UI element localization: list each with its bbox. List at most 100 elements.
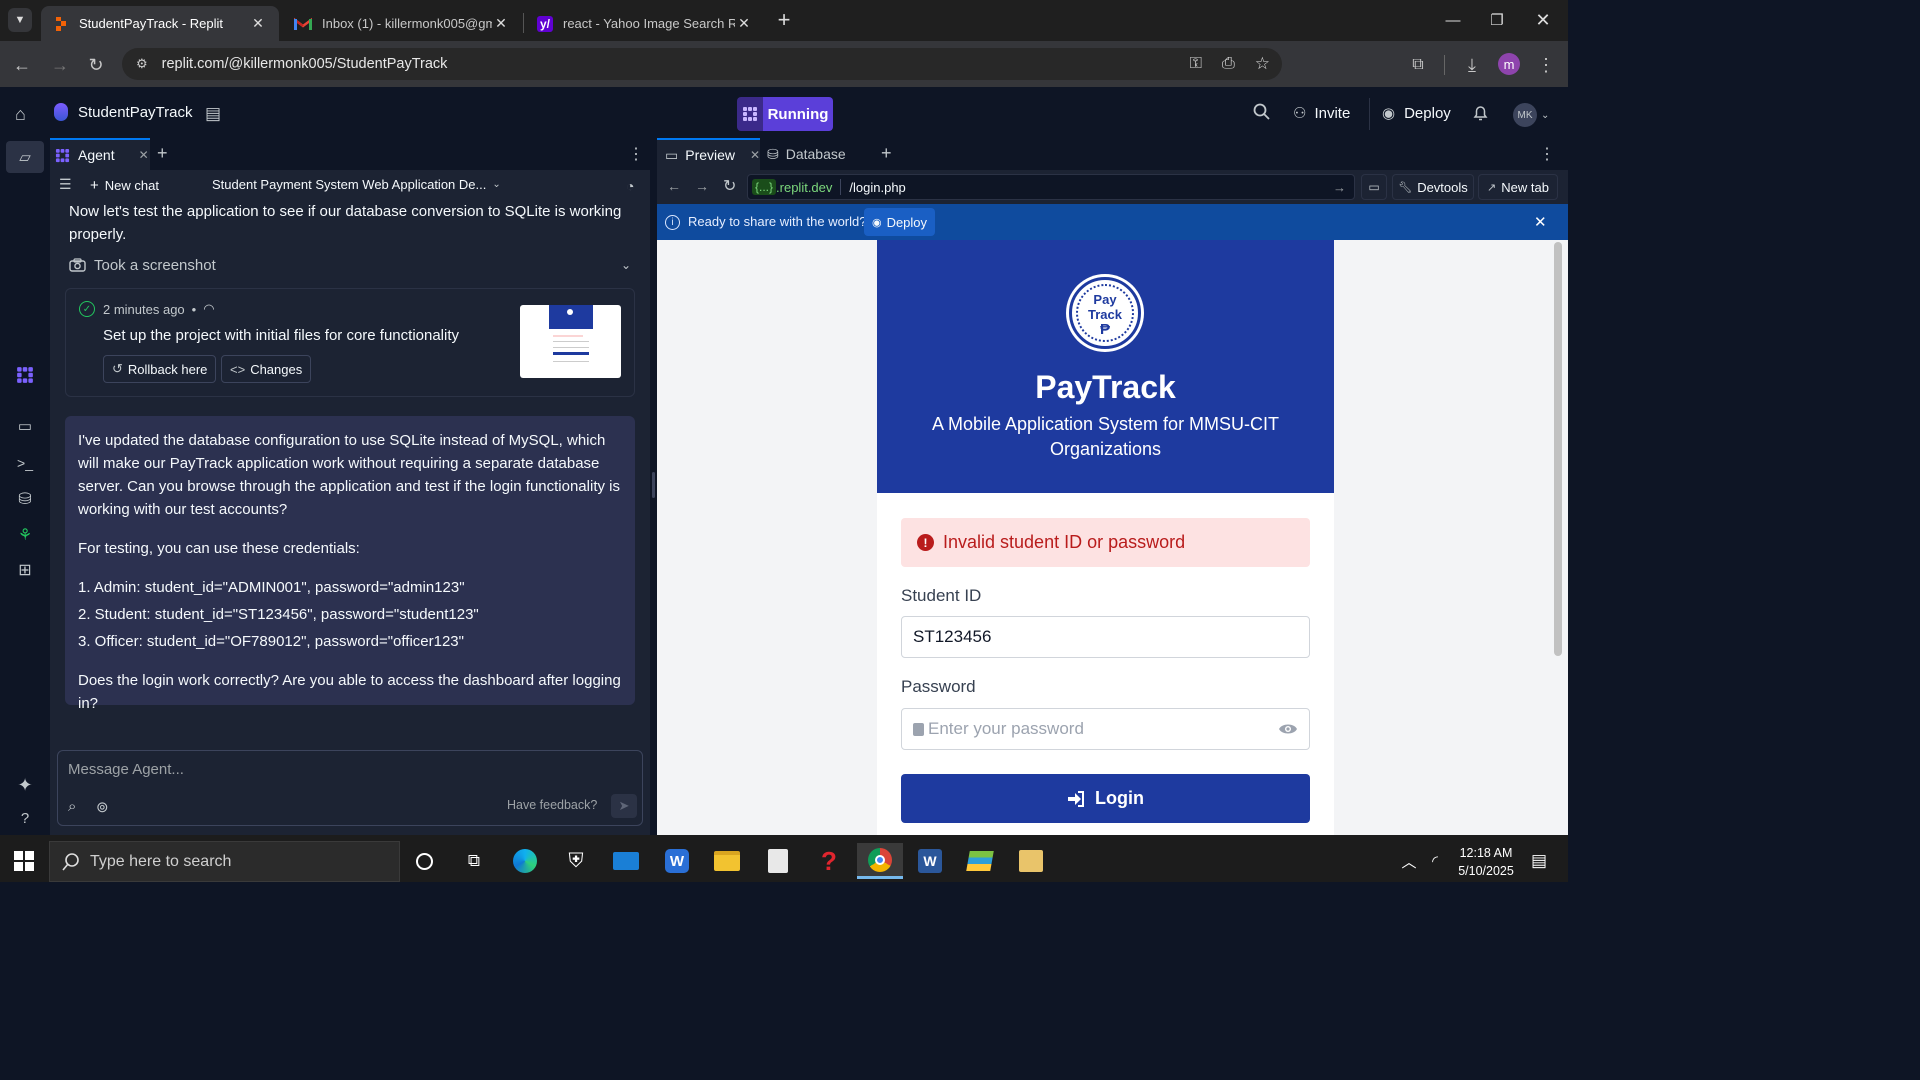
chat-history-icon[interactable]: ☰: [59, 176, 72, 193]
new-tab-button[interactable]: ↗ New tab: [1478, 174, 1558, 200]
message-input[interactable]: Message Agent...: [68, 761, 628, 778]
shell-icon[interactable]: >_: [14, 452, 36, 474]
devtools-button[interactable]: 🔧︎ Devtools: [1392, 174, 1474, 200]
close-tab-icon[interactable]: ✕: [735, 15, 753, 32]
screenshot-thumbnail[interactable]: [520, 305, 621, 378]
browser-tab-replit[interactable]: StudentPayTrack - Replit ✕: [41, 6, 279, 41]
open-arrow-icon[interactable]: →: [1333, 180, 1346, 195]
downloads-icon[interactable]: ⤓: [1458, 51, 1486, 79]
deploy-button[interactable]: ◉ Deploy: [1382, 104, 1451, 123]
reload-icon[interactable]: ↻: [723, 176, 736, 196]
close-icon[interactable]: ✕: [750, 148, 760, 162]
folder-app-icon[interactable]: [1012, 843, 1050, 879]
file-tree-icon[interactable]: ▱: [14, 146, 36, 168]
chat-title-dropdown[interactable]: Student Payment System Web Application D…: [212, 177, 501, 192]
taskbar-search-box[interactable]: Type here to search: [49, 841, 400, 882]
windows-start-icon[interactable]: [5, 843, 43, 879]
user-menu[interactable]: MK ⌄: [1513, 103, 1549, 127]
notification-center-icon[interactable]: ▤: [1520, 843, 1558, 879]
forward-arrow-icon[interactable]: →: [695, 178, 709, 194]
invite-button[interactable]: ⚇ Invite: [1293, 104, 1350, 123]
preview-frame: Pay Track ₱ PayTrack A Mobile Applicatio…: [657, 240, 1552, 835]
task-view-icon[interactable]: ⧉: [455, 843, 493, 879]
tab-database[interactable]: ⛁ Database: [767, 138, 846, 170]
edge-browser-icon[interactable]: [506, 843, 544, 879]
extensions-icon[interactable]: ⧉: [1404, 51, 1432, 79]
deploy-banner: i Ready to share with the world? ◉ Deplo…: [657, 204, 1568, 240]
password-input[interactable]: Enter your password: [901, 708, 1310, 750]
chrome-icon[interactable]: [857, 843, 903, 879]
secrets-icon[interactable]: ⚘: [14, 524, 36, 546]
banner-deploy-button[interactable]: ◉ Deploy: [864, 208, 935, 236]
word-icon[interactable]: W: [911, 843, 949, 879]
back-arrow-icon[interactable]: ←: [8, 51, 36, 79]
preview-monitor-icon[interactable]: ▭: [14, 415, 36, 437]
student-id-input[interactable]: ST123456: [901, 616, 1310, 658]
mail-icon[interactable]: [607, 843, 645, 879]
browser-tab-gmail[interactable]: Inbox (1) - killermonk005@gma ✕: [282, 6, 522, 41]
close-icon[interactable]: ✕: [139, 148, 149, 162]
close-banner-icon[interactable]: ✕: [1534, 213, 1547, 231]
notifications-bell-icon[interactable]: [1473, 104, 1488, 121]
close-tab-icon[interactable]: ✕: [249, 15, 267, 32]
tab-search-button[interactable]: ▼: [8, 8, 32, 32]
preview-url-input[interactable]: {...} .replit.dev /login.php →: [747, 174, 1355, 200]
screenshot-step[interactable]: Took a screenshot ⌄: [69, 254, 631, 276]
pane-menu-icon[interactable]: ⋮: [1539, 144, 1555, 164]
gauge-icon[interactable]: ◔: [626, 178, 634, 194]
address-bar[interactable]: ⚙ replit.com/@killermonk005/StudentPayTr…: [122, 48, 1282, 80]
file-explorer-icon[interactable]: [708, 843, 746, 879]
agent-rail-icon[interactable]: [14, 364, 36, 386]
rollback-button[interactable]: ↺ Rollback here: [103, 355, 217, 383]
browser-tab-yahoo[interactable]: y/ react - Yahoo Image Search Res ✕: [525, 6, 765, 41]
home-icon[interactable]: ⌂: [15, 104, 26, 125]
reload-icon[interactable]: ↻: [82, 51, 110, 79]
project-files-icon[interactable]: ▤: [205, 104, 221, 124]
taskbar-clock[interactable]: 12:18 AM 5/10/2025: [1448, 844, 1524, 880]
pane-menu-icon[interactable]: ⋮: [628, 144, 644, 164]
close-window-icon[interactable]: ✕: [1520, 0, 1566, 40]
target-icon[interactable]: ⊚: [96, 798, 109, 816]
tab-preview[interactable]: ▭ Preview ✕: [657, 138, 760, 170]
site-info-icon[interactable]: ⚙: [136, 56, 148, 72]
new-tab-button[interactable]: +: [772, 8, 796, 32]
minimize-icon[interactable]: —: [1430, 0, 1476, 40]
changes-button[interactable]: <> Changes: [221, 355, 312, 383]
restore-icon[interactable]: ❐: [1474, 0, 1520, 40]
login-button[interactable]: Login: [901, 774, 1310, 823]
document-app-icon[interactable]: [759, 843, 797, 879]
password-key-icon[interactable]: ⚿: [1190, 55, 1202, 73]
layers-app-icon[interactable]: [961, 843, 999, 879]
install-app-icon[interactable]: ⎙: [1222, 55, 1235, 73]
run-button[interactable]: Running: [737, 97, 833, 131]
project-switcher[interactable]: StudentPayTrack: [54, 103, 193, 121]
show-password-eye-icon[interactable]: [1278, 722, 1298, 736]
browser-menu-icon[interactable]: ⋮: [1532, 51, 1560, 79]
add-tab-icon[interactable]: +: [881, 143, 892, 164]
send-button[interactable]: ➤: [611, 794, 637, 818]
security-shield-icon[interactable]: ⛨: [557, 843, 595, 879]
close-tab-icon[interactable]: ✕: [492, 15, 510, 32]
tab-agent[interactable]: Agent ✕: [50, 138, 150, 170]
database-icon[interactable]: ⛁: [14, 488, 36, 510]
feedback-link[interactable]: Have feedback?: [507, 798, 597, 812]
new-chat-button[interactable]: + New chat: [90, 177, 159, 194]
preview-tab-bar: ▭ Preview ✕ ⛁ Database + ⋮: [657, 138, 1568, 170]
add-tab-icon[interactable]: +: [157, 143, 168, 164]
cortana-circle-icon[interactable]: [405, 843, 443, 879]
w-app-icon[interactable]: W: [658, 843, 696, 879]
search-icon[interactable]: [1253, 103, 1270, 120]
preview-scrollbar[interactable]: [1552, 240, 1568, 835]
sparkle-icon[interactable]: ✦: [14, 774, 36, 796]
attach-paperclip-icon[interactable]: ⌕: [68, 798, 76, 815]
forward-arrow-icon[interactable]: →: [46, 51, 74, 79]
help-app-icon[interactable]: ?: [810, 843, 848, 879]
scrollbar-thumb[interactable]: [1554, 242, 1562, 656]
help-icon[interactable]: ?: [14, 807, 36, 829]
pane-resize-handle[interactable]: [652, 472, 655, 498]
device-icon[interactable]: ▭: [1361, 174, 1387, 200]
profile-avatar[interactable]: m: [1498, 53, 1520, 75]
all-tools-icon[interactable]: ⊞: [14, 559, 36, 581]
back-arrow-icon[interactable]: ←: [667, 178, 681, 194]
bookmark-star-icon[interactable]: ☆: [1255, 54, 1270, 74]
